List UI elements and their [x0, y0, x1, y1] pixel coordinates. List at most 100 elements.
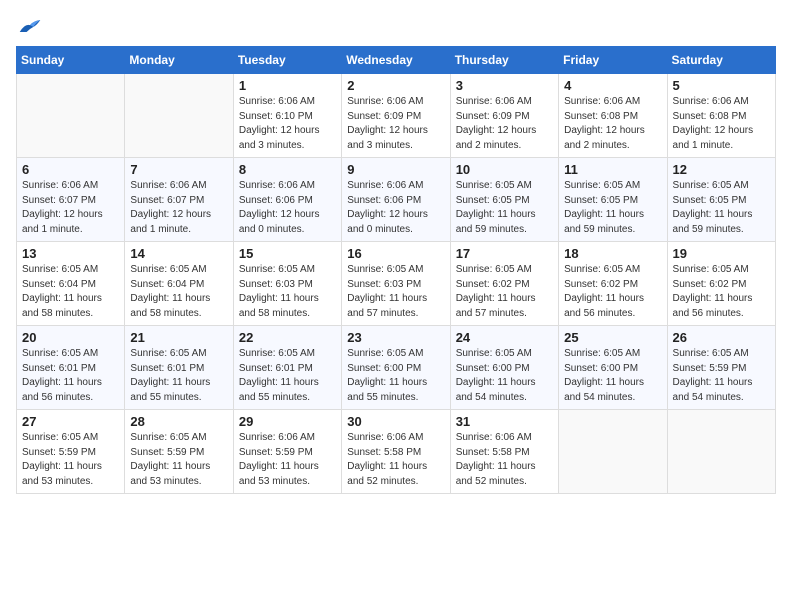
day-number: 30 — [347, 414, 444, 429]
calendar-day-cell: 15 Sunrise: 6:05 AM Sunset: 6:03 PM Dayli… — [233, 242, 341, 326]
day-detail: Sunrise: 6:06 AM Sunset: 6:06 PM Dayligh… — [239, 179, 336, 237]
day-number: 2 — [347, 78, 444, 93]
day-detail: Sunrise: 6:05 AM Sunset: 6:02 PM Dayligh… — [564, 263, 661, 321]
page-header — [16, 16, 776, 36]
calendar-day-cell: 7 Sunrise: 6:06 AM Sunset: 6:07 PM Daylig… — [125, 158, 233, 242]
day-detail: Sunrise: 6:06 AM Sunset: 6:09 PM Dayligh… — [347, 95, 444, 153]
day-number: 16 — [347, 246, 444, 261]
day-detail: Sunrise: 6:06 AM Sunset: 6:06 PM Dayligh… — [347, 179, 444, 237]
day-detail: Sunrise: 6:06 AM Sunset: 6:08 PM Dayligh… — [564, 95, 661, 153]
logo-bird-icon — [18, 16, 42, 36]
calendar-day-cell: 14Sunrise: 6:05 AM Sunset: 6:04 PM Dayli… — [125, 242, 233, 326]
day-number: 21 — [130, 330, 227, 345]
day-detail: Sunrise: 6:05 AM Sunset: 5:59 PM Dayligh… — [673, 347, 770, 405]
calendar-day-cell: 11 Sunrise: 6:05 AM Sunset: 6:05 PM Dayli… — [559, 158, 667, 242]
day-number: 6 — [22, 162, 119, 177]
day-number: 22 — [239, 330, 336, 345]
day-detail: Sunrise: 6:06 AM Sunset: 5:58 PM Dayligh… — [456, 431, 553, 489]
calendar-day-cell: 23 Sunrise: 6:05 AM Sunset: 6:00 PM Dayli… — [342, 326, 450, 410]
calendar-header-cell: Saturday — [667, 47, 775, 74]
day-detail: Sunrise: 6:05 AM Sunset: 6:01 PM Dayligh… — [130, 347, 227, 405]
calendar-day-cell: 10 Sunrise: 6:05 AM Sunset: 6:05 PM Dayli… — [450, 158, 558, 242]
day-detail: Sunrise: 6:05 AM Sunset: 5:59 PM Dayligh… — [22, 431, 119, 489]
day-detail: Sunrise: 6:05 AM Sunset: 6:05 PM Dayligh… — [564, 179, 661, 237]
day-number: 15 — [239, 246, 336, 261]
calendar-week-row: 1Sunrise: 6:06 AM Sunset: 6:10 PM Daylig… — [17, 74, 776, 158]
day-number: 23 — [347, 330, 444, 345]
day-number: 19 — [673, 246, 770, 261]
calendar-day-cell: 8 Sunrise: 6:06 AM Sunset: 6:06 PM Daylig… — [233, 158, 341, 242]
calendar-day-cell: 31 Sunrise: 6:06 AM Sunset: 5:58 PM Dayli… — [450, 410, 558, 494]
day-number: 10 — [456, 162, 553, 177]
calendar-day-cell: 3 Sunrise: 6:06 AM Sunset: 6:09 PM Daylig… — [450, 74, 558, 158]
calendar-body: 1Sunrise: 6:06 AM Sunset: 6:10 PM Daylig… — [17, 74, 776, 494]
day-detail: Sunrise: 6:05 AM Sunset: 6:05 PM Dayligh… — [673, 179, 770, 237]
day-detail: Sunrise: 6:05 AM Sunset: 6:04 PM Dayligh… — [130, 263, 227, 321]
calendar-day-cell: 30 Sunrise: 6:06 AM Sunset: 5:58 PM Dayli… — [342, 410, 450, 494]
day-number: 29 — [239, 414, 336, 429]
calendar-day-cell — [667, 410, 775, 494]
day-detail: Sunrise: 6:05 AM Sunset: 6:01 PM Dayligh… — [239, 347, 336, 405]
day-number: 31 — [456, 414, 553, 429]
day-number: 17 — [456, 246, 553, 261]
calendar-header-cell: Thursday — [450, 47, 558, 74]
day-number: 11 — [564, 162, 661, 177]
calendar-day-cell: 22 Sunrise: 6:05 AM Sunset: 6:01 PM Dayli… — [233, 326, 341, 410]
calendar-day-cell: 16 Sunrise: 6:05 AM Sunset: 6:03 PM Dayli… — [342, 242, 450, 326]
calendar-day-cell: 28Sunrise: 6:05 AM Sunset: 5:59 PM Dayli… — [125, 410, 233, 494]
calendar-header-cell: Monday — [125, 47, 233, 74]
calendar-day-cell: 6 Sunrise: 6:06 AM Sunset: 6:07 PM Daylig… — [17, 158, 125, 242]
day-number: 4 — [564, 78, 661, 93]
calendar-day-cell: 19 Sunrise: 6:05 AM Sunset: 6:02 PM Dayli… — [667, 242, 775, 326]
calendar-day-cell: 25Sunrise: 6:05 AM Sunset: 6:00 PM Dayli… — [559, 326, 667, 410]
day-number: 8 — [239, 162, 336, 177]
day-detail: Sunrise: 6:05 AM Sunset: 6:01 PM Dayligh… — [22, 347, 119, 405]
day-detail: Sunrise: 6:06 AM Sunset: 6:07 PM Dayligh… — [130, 179, 227, 237]
calendar-header-cell: Sunday — [17, 47, 125, 74]
calendar-week-row: 27 Sunrise: 6:05 AM Sunset: 5:59 PM Dayli… — [17, 410, 776, 494]
day-detail: Sunrise: 6:05 AM Sunset: 6:02 PM Dayligh… — [456, 263, 553, 321]
day-detail: Sunrise: 6:06 AM Sunset: 5:58 PM Dayligh… — [347, 431, 444, 489]
calendar-day-cell: 18Sunrise: 6:05 AM Sunset: 6:02 PM Dayli… — [559, 242, 667, 326]
day-detail: Sunrise: 6:06 AM Sunset: 6:08 PM Dayligh… — [673, 95, 770, 153]
day-detail: Sunrise: 6:06 AM Sunset: 6:09 PM Dayligh… — [456, 95, 553, 153]
day-number: 7 — [130, 162, 227, 177]
logo — [16, 16, 42, 36]
calendar-table: SundayMondayTuesdayWednesdayThursdayFrid… — [16, 46, 776, 494]
calendar-week-row: 20 Sunrise: 6:05 AM Sunset: 6:01 PM Dayli… — [17, 326, 776, 410]
day-detail: Sunrise: 6:05 AM Sunset: 6:03 PM Dayligh… — [347, 263, 444, 321]
day-detail: Sunrise: 6:05 AM Sunset: 6:03 PM Dayligh… — [239, 263, 336, 321]
calendar-day-cell: 29 Sunrise: 6:06 AM Sunset: 5:59 PM Dayli… — [233, 410, 341, 494]
calendar-day-cell: 24 Sunrise: 6:05 AM Sunset: 6:00 PM Dayli… — [450, 326, 558, 410]
calendar-day-cell: 4 Sunrise: 6:06 AM Sunset: 6:08 PM Daylig… — [559, 74, 667, 158]
calendar-day-cell: 21 Sunrise: 6:05 AM Sunset: 6:01 PM Dayli… — [125, 326, 233, 410]
calendar-week-row: 6 Sunrise: 6:06 AM Sunset: 6:07 PM Daylig… — [17, 158, 776, 242]
day-detail: Sunrise: 6:05 AM Sunset: 6:00 PM Dayligh… — [564, 347, 661, 405]
day-number: 26 — [673, 330, 770, 345]
day-detail: Sunrise: 6:05 AM Sunset: 6:00 PM Dayligh… — [347, 347, 444, 405]
calendar-day-cell: 2 Sunrise: 6:06 AM Sunset: 6:09 PM Daylig… — [342, 74, 450, 158]
day-detail: Sunrise: 6:05 AM Sunset: 6:05 PM Dayligh… — [456, 179, 553, 237]
calendar-header-row: SundayMondayTuesdayWednesdayThursdayFrid… — [17, 47, 776, 74]
day-detail: Sunrise: 6:05 AM Sunset: 5:59 PM Dayligh… — [130, 431, 227, 489]
calendar-day-cell: 13Sunrise: 6:05 AM Sunset: 6:04 PM Dayli… — [17, 242, 125, 326]
day-number: 5 — [673, 78, 770, 93]
calendar-day-cell: 27 Sunrise: 6:05 AM Sunset: 5:59 PM Dayli… — [17, 410, 125, 494]
day-detail: Sunrise: 6:06 AM Sunset: 5:59 PM Dayligh… — [239, 431, 336, 489]
day-detail: Sunrise: 6:06 AM Sunset: 6:07 PM Dayligh… — [22, 179, 119, 237]
day-number: 12 — [673, 162, 770, 177]
calendar-day-cell — [125, 74, 233, 158]
calendar-header-cell: Wednesday — [342, 47, 450, 74]
day-number: 24 — [456, 330, 553, 345]
calendar-day-cell: 12 Sunrise: 6:05 AM Sunset: 6:05 PM Dayli… — [667, 158, 775, 242]
day-number: 27 — [22, 414, 119, 429]
calendar-day-cell — [17, 74, 125, 158]
calendar-week-row: 13Sunrise: 6:05 AM Sunset: 6:04 PM Dayli… — [17, 242, 776, 326]
day-detail: Sunrise: 6:05 AM Sunset: 6:00 PM Dayligh… — [456, 347, 553, 405]
day-number: 1 — [239, 78, 336, 93]
day-number: 20 — [22, 330, 119, 345]
calendar-day-cell: 20 Sunrise: 6:05 AM Sunset: 6:01 PM Dayli… — [17, 326, 125, 410]
day-number: 9 — [347, 162, 444, 177]
day-detail: Sunrise: 6:05 AM Sunset: 6:02 PM Dayligh… — [673, 263, 770, 321]
day-number: 3 — [456, 78, 553, 93]
